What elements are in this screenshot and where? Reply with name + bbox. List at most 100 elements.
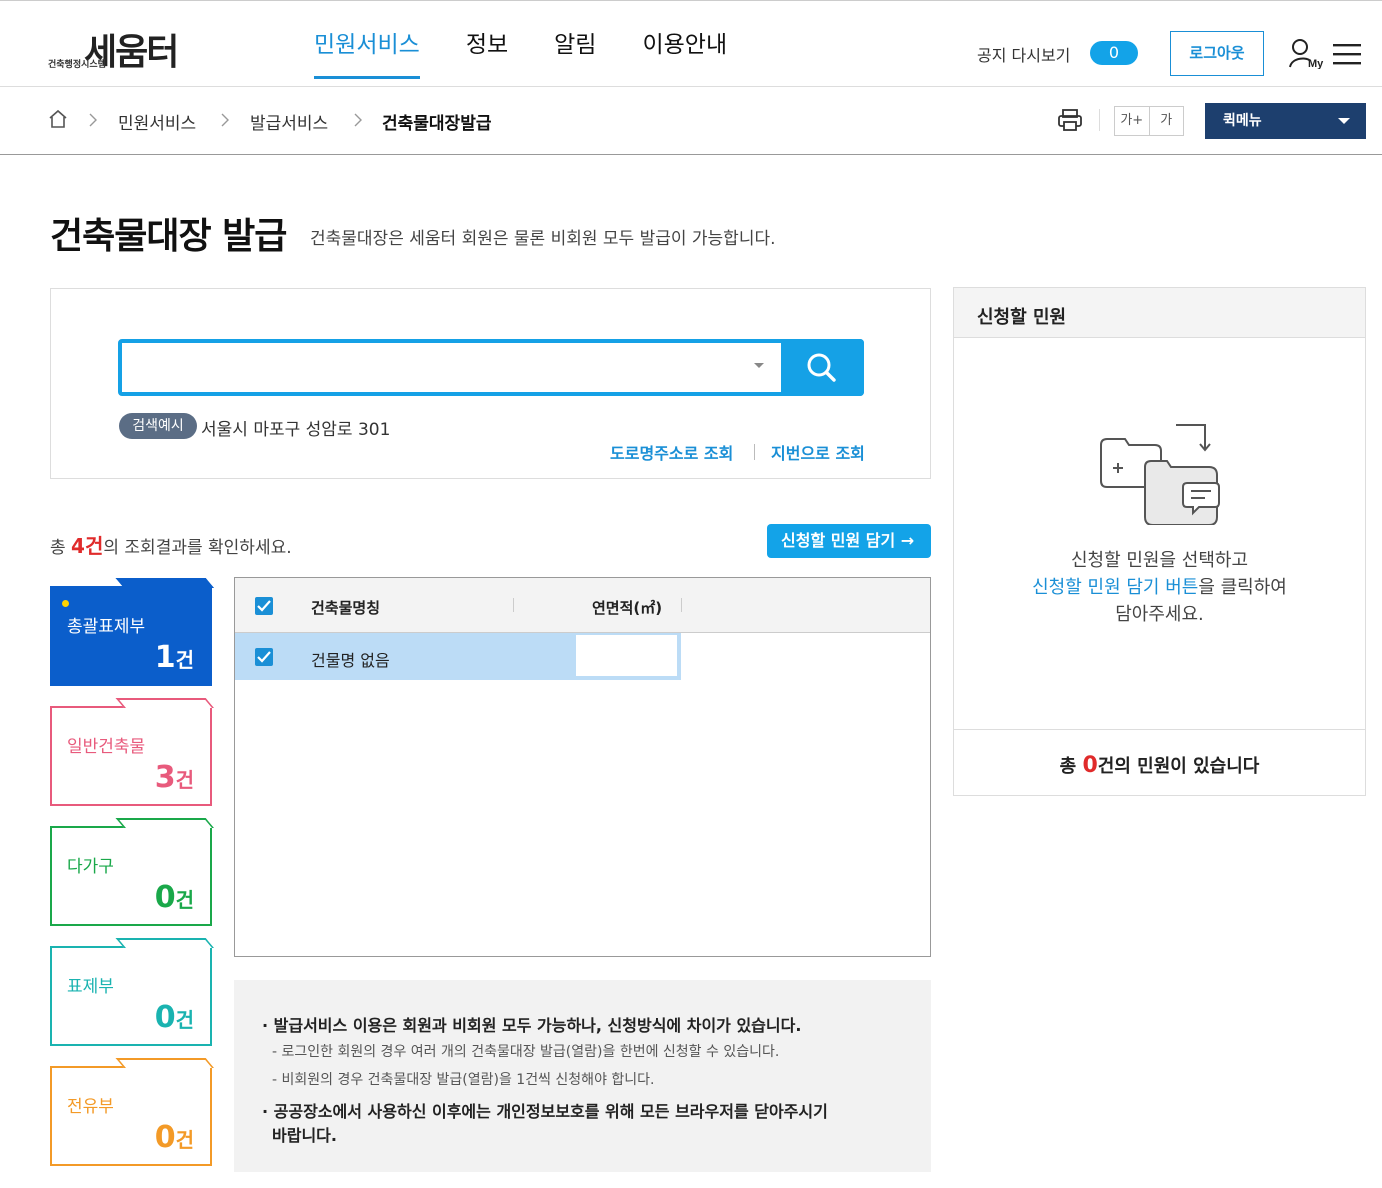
category-tab-exclusive[interactable]: 전유부 0건 [50, 1058, 214, 1166]
tab-notch [115, 698, 214, 708]
my-user-icon[interactable]: My [1288, 37, 1324, 69]
logout-button[interactable]: 로그아웃 [1170, 31, 1264, 76]
address-search-input[interactable] [118, 339, 864, 396]
cart-empty-highlight: 신청할 민원 담기 버튼 [1032, 577, 1199, 598]
chevron-down-icon [1338, 118, 1350, 124]
cart-total-prefix: 총 [1059, 756, 1083, 777]
home-icon[interactable] [48, 109, 68, 129]
category-tab-summary[interactable]: 총괄표제부 1건 [50, 578, 214, 686]
result-count: 4건 [71, 534, 104, 558]
tab-notch [115, 1058, 214, 1068]
result-suffix: 의 조회결과를 확인하세요. [103, 538, 292, 558]
checkbox-icon [257, 651, 271, 663]
table-header: 건축물명칭 연면적(㎡) [235, 578, 930, 633]
result-table: 건축물명칭 연면적(㎡) 건물명 없음 [234, 577, 931, 957]
notice-sub: - 비회원의 경우 건축물대장 발급(열람)을 1건씩 신청해야 합니다. [272, 1072, 655, 1088]
select-all-checkbox[interactable] [255, 597, 273, 615]
cart-total: 총 0건의 민원이 있습니다 [954, 752, 1365, 778]
notice-replay-link[interactable]: 공지 다시보기 [977, 42, 1070, 66]
breadcrumb-bar: 민원서비스 발급서비스 건축물대장발급 가+ 가 퀵메뉴 [0, 87, 1382, 155]
cart-empty-message-3: 담아주세요. [1115, 604, 1204, 625]
category-count: 0건 [154, 1120, 194, 1155]
category-label: 총괄표제부 [67, 617, 146, 637]
cart-title: 신청할 민원 [977, 307, 1067, 328]
cart-total-count: 0 [1082, 753, 1098, 778]
chevron-right-icon [89, 113, 97, 127]
search-button[interactable] [781, 339, 864, 396]
cart-empty-message-rest: 을 클릭하여 [1198, 577, 1287, 598]
nav-item-civil-service[interactable]: 민원서비스 [314, 0, 420, 83]
cart-footer: 총 0건의 민원이 있습니다 [954, 729, 1365, 795]
cart-header: 신청할 민원 [954, 288, 1365, 338]
active-dot [62, 600, 69, 607]
page-description: 건축물대장은 세움터 회원은 물론 비회원 모두 발급이 가능합니다. [310, 229, 776, 249]
font-increase-button[interactable]: 가+ [1115, 107, 1150, 135]
application-cart-panel: 신청할 민원 신청할 민원을 선택하고 신청할 민원 담기 버튼을 클릭하여 담… [953, 287, 1366, 796]
logo-subtitle: 건축행정시스템 [48, 60, 106, 70]
notice-line: · 발급서비스 이용은 회원과 비회원 모두 가능하나, 신청방식에 차이가 있… [262, 1016, 802, 1035]
table-row[interactable]: 건물명 없음 [235, 633, 681, 680]
lot-number-search-link[interactable]: 지번으로 조회 [771, 440, 865, 464]
divider [1099, 109, 1100, 131]
category-count: 0건 [154, 880, 194, 915]
nav-item-info[interactable]: 정보 [466, 0, 508, 83]
search-example-text: 서울시 마포구 성암로 301 [201, 420, 391, 440]
usage-notice: · 발급서비스 이용은 회원과 비회원 모두 가능하나, 신청방식에 차이가 있… [234, 980, 931, 1172]
road-address-search-link[interactable]: 도로명주소로 조회 [610, 440, 733, 464]
svg-text:My: My [1308, 58, 1324, 69]
category-label: 다가구 [67, 857, 114, 877]
site-header: 세움터 건축행정시스템 민원서비스 정보 알림 이용안내 공지 다시보기 0 로… [0, 0, 1382, 87]
cart-empty-message-2: 신청할 민원 담기 버튼을 클릭하여 [954, 573, 1365, 599]
result-prefix: 총 [50, 538, 72, 558]
row-floor-area [576, 635, 677, 676]
category-tab-general[interactable]: 일반건축물 3건 [50, 698, 214, 806]
hamburger-menu-icon[interactable] [1333, 43, 1361, 65]
category-tab-title[interactable]: 표제부 0건 [50, 938, 214, 1046]
page-title: 건축물대장 발급 [50, 216, 287, 257]
breadcrumb-item-issue[interactable]: 발급서비스 [250, 109, 328, 134]
category-label: 일반건축물 [67, 737, 146, 757]
nav-item-guide[interactable]: 이용안내 [642, 0, 727, 83]
category-label: 전유부 [67, 1097, 114, 1117]
nav-item-notice[interactable]: 알림 [554, 0, 596, 83]
font-size-control: 가+ 가 [1114, 106, 1184, 136]
result-summary: 총 4건의 조회결과를 확인하세요. [50, 530, 292, 559]
row-checkbox[interactable] [255, 648, 273, 666]
search-panel: 검색예시 서울시 마포구 성암로 301 도로명주소로 조회 지번으로 조회 [50, 288, 931, 479]
checkbox-icon [257, 600, 271, 612]
column-header-name: 건축물명칭 [311, 599, 381, 617]
add-to-cart-button[interactable]: 신청할 민원 담기 → [767, 524, 931, 558]
folder-transfer-icon [1100, 424, 1220, 525]
search-example-tag: 검색예시 [119, 413, 197, 439]
column-header-area: 연면적(㎡) [592, 599, 663, 617]
category-count: 1건 [154, 640, 194, 675]
notice-line: · 공공장소에서 사용하신 이후에는 개인정보보호를 위해 모든 브라우저를 닫… [262, 1102, 828, 1121]
notice-count-badge[interactable]: 0 [1090, 41, 1138, 65]
divider [681, 598, 682, 612]
logo[interactable]: 세움터 건축행정시스템 [48, 21, 208, 73]
font-decrease-button[interactable]: 가 [1150, 107, 1184, 135]
tab-notch [115, 578, 214, 588]
cart-empty-message-1: 신청할 민원을 선택하고 [1070, 550, 1249, 571]
print-icon[interactable] [1057, 108, 1083, 132]
search-icon [807, 353, 836, 382]
category-count: 3건 [154, 760, 194, 795]
chevron-right-icon [354, 113, 362, 127]
tab-notch [115, 938, 214, 948]
tab-notch [115, 818, 214, 828]
cart-total-suffix: 건의 민원이 있습니다 [1097, 756, 1260, 777]
divider [513, 598, 514, 612]
divider [754, 444, 755, 460]
notice-line: 바랍니다. [272, 1126, 337, 1145]
row-building-name: 건물명 없음 [311, 651, 390, 670]
quick-menu-select[interactable]: 퀵메뉴 [1205, 103, 1366, 139]
quick-menu-label: 퀵메뉴 [1223, 113, 1262, 129]
category-tab-multi-family[interactable]: 다가구 0건 [50, 818, 214, 926]
breadcrumb-current: 건축물대장발급 [382, 114, 492, 134]
notice-sub: - 로그인한 회원의 경우 여러 개의 건축물대장 발급(열람)을 한번에 신청… [272, 1044, 780, 1060]
main-nav: 민원서비스 정보 알림 이용안내 [314, 1, 773, 87]
breadcrumb-item-civil[interactable]: 민원서비스 [118, 109, 196, 134]
category-count: 0건 [154, 1000, 194, 1035]
chevron-right-icon [221, 113, 229, 127]
dropdown-caret-icon[interactable] [754, 363, 764, 368]
